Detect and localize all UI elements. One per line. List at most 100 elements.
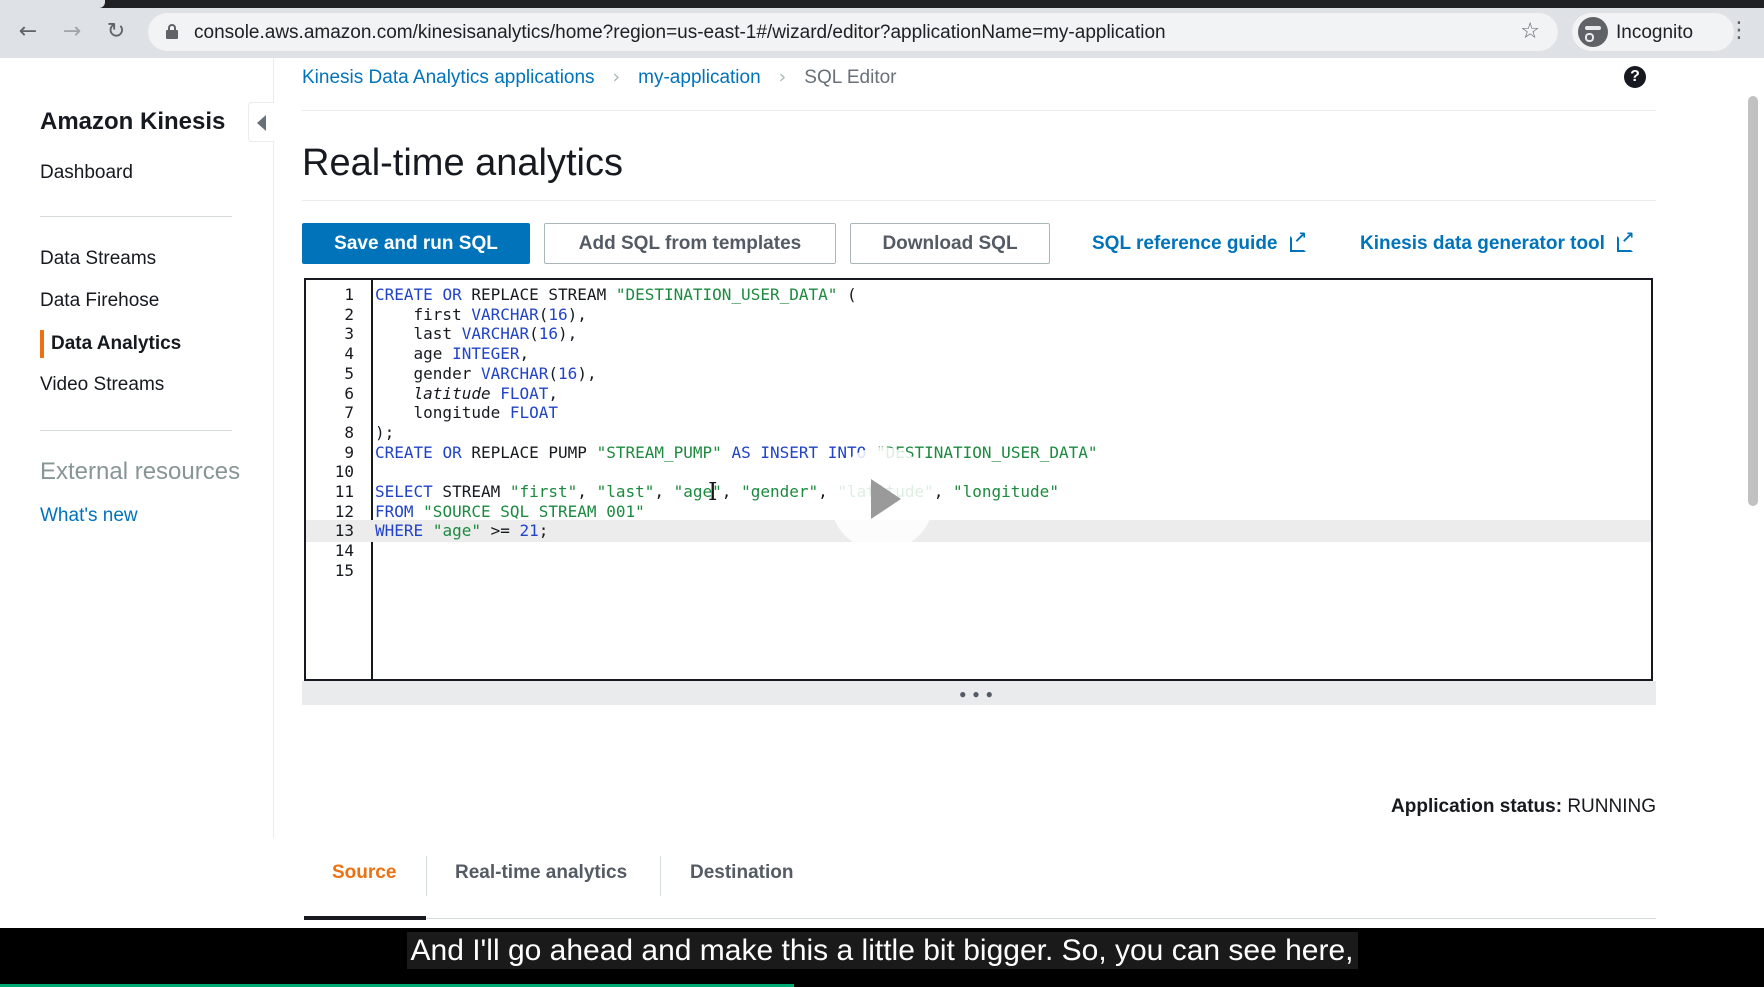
tab-strip [0,0,1764,8]
tab-divider [426,856,427,896]
divider [302,110,1656,111]
code-text[interactable]: longitude FLOAT [375,402,559,424]
bookmark-star-icon[interactable]: ☆ [1520,19,1540,44]
code-line[interactable]: 1 CREATE OR REPLACE STREAM "DESTINATION_U… [306,284,1651,306]
tab-destination[interactable]: Destination [690,862,793,884]
browser-menu-icon[interactable]: ⋮ [1728,18,1750,43]
code-line[interactable]: 7 longitude FLOAT [306,402,1651,424]
add-sql-from-templates-button[interactable]: Add SQL from templates [544,223,836,264]
line-number: 11 [334,482,354,501]
active-tab-underline [304,916,426,920]
sidebar-item-data-firehose[interactable]: Data Firehose [40,290,159,312]
code-line[interactable]: 9 CREATE OR REPLACE PUMP "STREAM_PUMP" AS… [306,442,1651,464]
sidebar-collapse-icon[interactable] [248,102,274,142]
sidebar-divider [40,216,232,217]
code-text[interactable]: ); [375,422,394,444]
external-link-icon [1289,228,1307,252]
help-icon[interactable]: ? [1624,66,1646,88]
line-number: 7 [344,403,354,423]
subtitle-text: And I'll go ahead and make this a little… [406,932,1358,969]
sql-editor[interactable]: 1 CREATE OR REPLACE STREAM "DESTINATION_U… [304,278,1653,681]
breadcrumb-my-application[interactable]: my-application [638,67,761,88]
page-title: Real-time analytics [302,142,623,184]
application-status: Application status: RUNNING [1391,796,1656,818]
tab-real-time-analytics[interactable]: Real-time analytics [455,862,627,884]
code-line[interactable]: 6 latitude FLOAT, [306,383,1651,405]
code-line[interactable]: 15 [306,560,1651,582]
external-link-icon [1616,228,1634,252]
sidebar-divider [40,430,232,431]
code-text[interactable]: gender VARCHAR(16), [375,363,597,385]
tab-divider [660,856,661,896]
code-line[interactable]: 13 WHERE "age" >= 21; [306,520,1651,543]
drag-dots-icon: ●●● [959,687,999,701]
url-text[interactable]: console.aws.amazon.com/kinesisanalytics/… [194,22,1166,44]
forward-icon[interactable]: → [58,18,86,46]
active-indicator [40,330,44,358]
code-line[interactable]: 2 first VARCHAR(16), [306,304,1651,326]
browser-toolbar: ← → ↻ console.aws.amazon.com/kinesisanal… [0,0,1764,58]
line-number: 3 [344,324,354,344]
line-number: 5 [344,363,354,383]
line-number: 12 [334,501,354,521]
kinesis-data-generator-label: Kinesis data generator tool [1360,233,1605,254]
profile-label: Incognito [1616,22,1694,43]
incognito-profile-button[interactable]: Incognito [1572,13,1734,51]
code-text[interactable]: last VARCHAR(16), [375,323,578,345]
code-line[interactable]: 14 [306,540,1651,562]
code-line[interactable]: 4 age INTEGER, [306,343,1651,365]
code-line[interactable]: 11 SELECT STREAM "first", "last", "age", … [306,481,1651,503]
sql-reference-guide-link[interactable]: SQL reference guide [1092,228,1307,255]
code-text[interactable]: first VARCHAR(16), [375,304,587,326]
sidebar-title: Amazon Kinesis [40,108,226,135]
code-text[interactable]: WHERE "age" >= 21; [375,520,548,542]
chevron-right-icon: › [612,66,621,88]
line-number: 8 [344,422,354,442]
code-text[interactable]: CREATE OR REPLACE PUMP "STREAM_PUMP" AS … [375,442,1098,464]
save-and-run-sql-button[interactable]: Save and run SQL [302,223,530,264]
code-text[interactable]: latitude FLOAT, [375,383,559,405]
code-text[interactable]: FROM "SOURCE_SQL_STREAM_001" [375,501,645,523]
tab-source[interactable]: Source [332,862,396,884]
sidebar-item-dashboard[interactable]: Dashboard [40,162,133,184]
line-number: 1 [344,285,354,304]
tab-bar: Source Real-time analytics Destination [0,848,1764,928]
address-bar[interactable]: console.aws.amazon.com/kinesisanalytics/… [148,13,1558,51]
code-text[interactable]: CREATE OR REPLACE STREAM "DESTINATION_US… [375,284,857,306]
sidebar-section-title: External resources [40,458,241,485]
console-page: Amazon Kinesis Dashboard Data Streams Da… [0,58,1764,928]
line-number: 13 [334,521,354,541]
kinesis-data-generator-link[interactable]: Kinesis data generator tool [1360,228,1634,255]
code-line[interactable]: 8); [306,422,1651,444]
breadcrumb: Kinesis Data Analytics applications › my-a… [302,66,897,89]
status-value: RUNNING [1567,796,1656,817]
download-sql-button[interactable]: Download SQL [850,223,1050,264]
line-number: 6 [344,383,354,403]
active-tab[interactable] [0,0,105,8]
code-line[interactable]: 12 FROM "SOURCE_SQL_STREAM_001" [306,501,1651,523]
subtitle: And I'll go ahead and make this a little… [0,932,1764,969]
code-line[interactable]: 10 [306,461,1651,483]
code-line[interactable]: 3 last VARCHAR(16), [306,323,1651,345]
divider [302,200,1656,201]
page-scrollbar[interactable] [1748,96,1758,506]
code-line[interactable]: 5 gender VARCHAR(16), [306,363,1651,385]
sidebar-item-data-analytics[interactable]: Data Analytics [51,333,181,355]
reload-icon[interactable]: ↻ [102,18,130,46]
line-number: 10 [334,462,354,482]
status-label: Application status: [1391,796,1563,817]
sidebar: Amazon Kinesis Dashboard Data Streams Da… [0,58,274,838]
breadcrumb-current: SQL Editor [804,67,897,88]
sidebar-item-data-streams[interactable]: Data Streams [40,248,156,270]
back-icon[interactable]: ← [14,18,42,46]
sql-reference-guide-label: SQL reference guide [1092,233,1278,254]
breadcrumb-applications[interactable]: Kinesis Data Analytics applications [302,67,595,88]
line-number: 2 [344,304,354,324]
incognito-icon [1578,17,1608,47]
sidebar-item-video-streams[interactable]: Video Streams [40,374,164,396]
whats-new-link[interactable]: What's new [40,505,138,527]
editor-resize-handle[interactable]: ●●● [302,681,1656,705]
lock-icon [166,24,178,39]
play-icon[interactable] [830,447,934,551]
code-text[interactable]: age INTEGER, [375,343,530,365]
